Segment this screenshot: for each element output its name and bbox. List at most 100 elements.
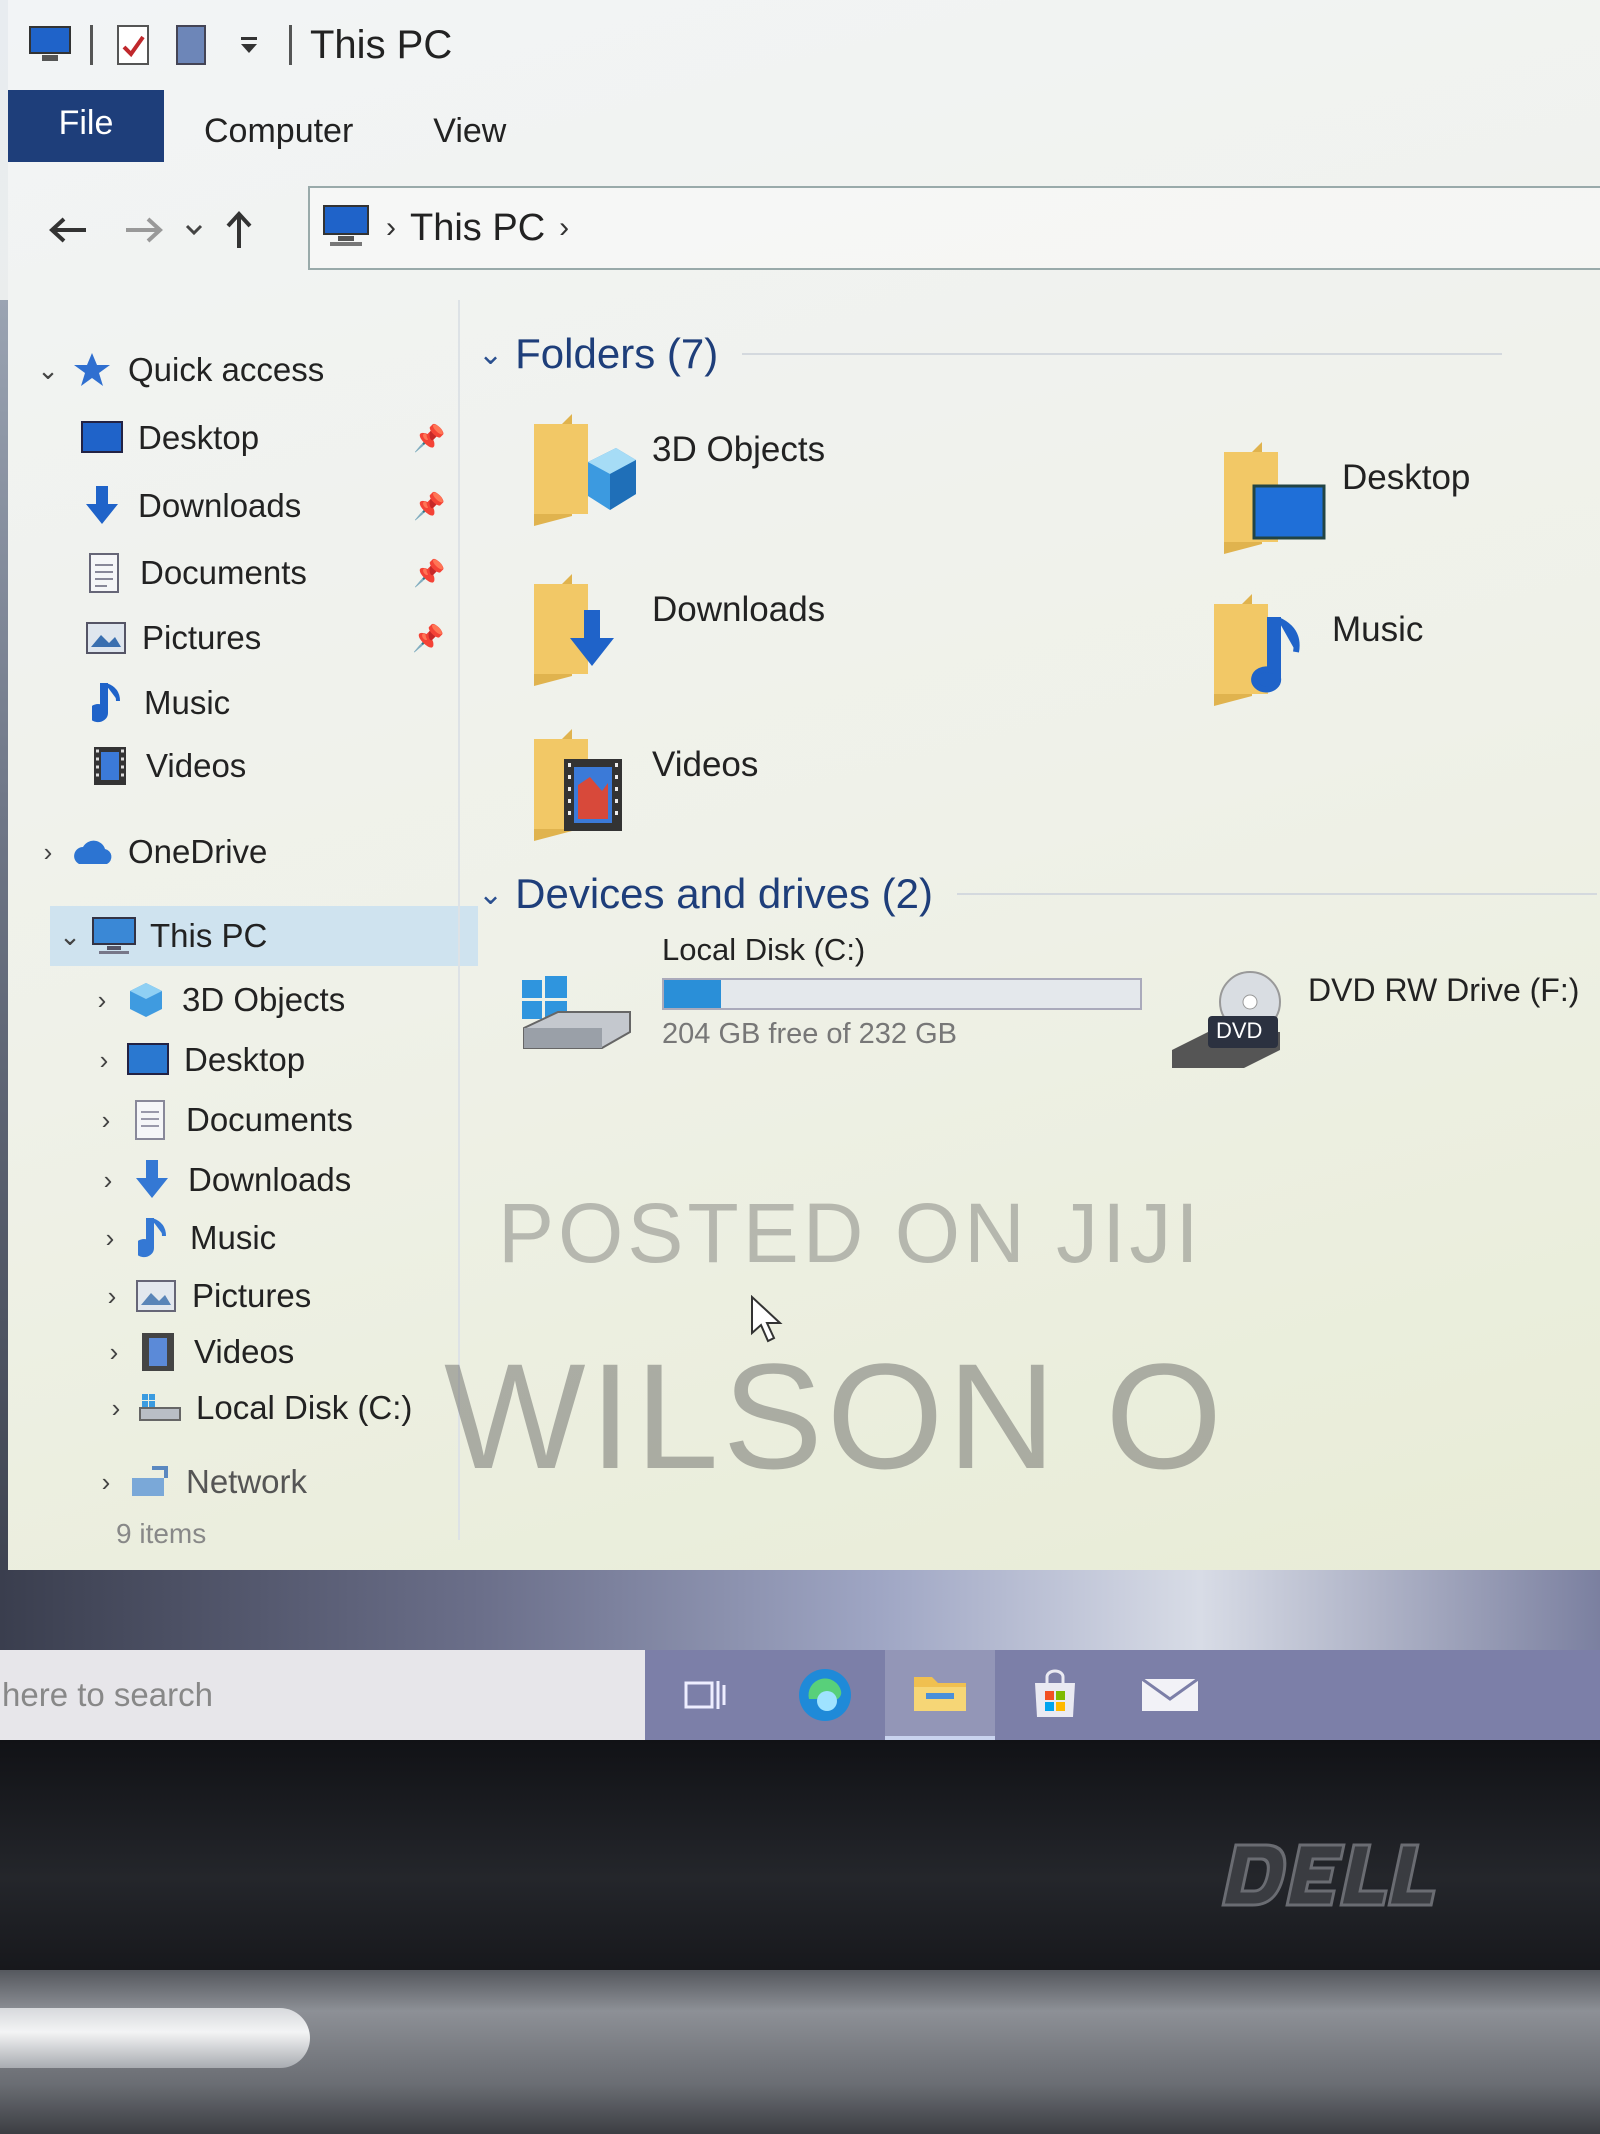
forward-arrow-icon[interactable] — [114, 200, 174, 260]
status-item-count: 9 items — [116, 1518, 207, 1549]
edge-icon[interactable] — [775, 1650, 875, 1740]
folder-label: 3D Objects — [652, 430, 826, 469]
nav-label: Quick access — [128, 351, 325, 388]
group-title: Folders (7) — [515, 330, 719, 377]
watermark-line-1: POSTED ON JIJI — [498, 1186, 1203, 1280]
folder-tile-desktop[interactable]: Desktop — [1218, 438, 1470, 558]
nav-label: Downloads — [138, 487, 302, 524]
nav-network[interactable]: › Network — [86, 1452, 307, 1512]
customize-toolbar-icon[interactable] — [227, 23, 271, 67]
computer-icon — [28, 23, 72, 67]
nav-onedrive[interactable]: › OneDrive — [28, 822, 268, 882]
dvd-badge: DVD — [1216, 1018, 1263, 1043]
taskbar-search-box[interactable]: here to search — [0, 1650, 645, 1740]
tab-view[interactable]: View — [393, 90, 546, 162]
folder-tile-3d-objects[interactable]: 3D Objects — [528, 410, 825, 530]
drive-usage-fill — [664, 980, 722, 1008]
expand-chevron-icon[interactable]: › — [88, 1165, 128, 1196]
sidebar-item-music-pc[interactable]: › Music — [90, 1208, 276, 1268]
sidebar-item-pictures-pc[interactable]: › Pictures — [92, 1266, 312, 1326]
devices-group-header[interactable]: ⌄ Devices and drives (2) — [478, 870, 1597, 918]
nav-label: Downloads — [188, 1161, 352, 1198]
folder-tile-music[interactable]: Music — [1208, 590, 1423, 710]
dell-logo — [1210, 1835, 1440, 1915]
nav-label: Desktop — [184, 1041, 306, 1078]
file-explorer-icon[interactable] — [885, 1650, 995, 1740]
nav-label: 3D Objects — [182, 981, 346, 1018]
tab-file[interactable]: File — [8, 90, 164, 162]
nav-label: Videos — [146, 747, 247, 784]
breadcrumb-chevron-icon[interactable]: › — [559, 211, 569, 245]
pin-icon[interactable]: 📌 — [413, 423, 445, 454]
collapse-chevron-icon[interactable]: ⌄ — [478, 877, 503, 912]
videos-icon — [134, 1328, 182, 1376]
music-folder-icon — [1208, 590, 1318, 710]
pictures-icon — [132, 1272, 180, 1320]
pin-icon[interactable]: 📌 — [413, 558, 445, 589]
drive-tile-local-disk[interactable]: Local Disk (C:) 204 GB free of 232 GB — [518, 932, 1142, 1060]
expand-chevron-icon[interactable]: › — [90, 1223, 130, 1254]
pin-icon[interactable]: 📌 — [412, 623, 444, 654]
nav-label: Documents — [140, 554, 307, 591]
sidebar-item-downloads[interactable]: Downloads 📌 — [78, 476, 445, 536]
task-view-icon[interactable] — [655, 1650, 755, 1740]
new-folder-icon[interactable] — [169, 23, 213, 67]
expand-chevron-icon[interactable]: ⌄ — [50, 921, 90, 952]
sidebar-item-desktop[interactable]: Desktop 📌 — [78, 408, 445, 468]
sidebar-item-music[interactable]: Music — [84, 673, 230, 733]
sidebar-item-videos-pc[interactable]: › Videos — [94, 1322, 294, 1382]
sidebar-item-local-disk[interactable]: › Local Disk (C:) — [96, 1378, 413, 1438]
documents-icon — [80, 549, 128, 597]
folder-tile-videos[interactable]: Videos — [528, 725, 758, 845]
sidebar-item-videos[interactable]: Videos — [86, 736, 246, 796]
star-icon — [68, 346, 116, 394]
properties-icon[interactable] — [111, 23, 155, 67]
desktop-icon — [124, 1036, 172, 1084]
sidebar-item-documents[interactable]: Documents 📌 — [80, 543, 445, 603]
music-icon — [130, 1214, 178, 1262]
sidebar-item-documents-pc[interactable]: › Documents — [86, 1090, 353, 1150]
nav-label: Local Disk (C:) — [196, 1389, 413, 1426]
this-pc-icon — [322, 204, 370, 253]
sidebar-item-3d-objects[interactable]: › 3D Objects — [82, 970, 346, 1030]
folders-group-header[interactable]: ⌄ Folders (7) — [478, 330, 1503, 378]
address-bar[interactable]: › This PC › — [308, 186, 1600, 270]
mail-icon[interactable] — [1120, 1650, 1220, 1740]
collapse-chevron-icon[interactable]: ⌄ — [478, 337, 503, 372]
pictures-icon — [82, 614, 130, 662]
nav-quick-access[interactable]: ⌄ Quick access — [28, 340, 324, 400]
desktop-folder-icon — [1218, 438, 1328, 558]
expand-chevron-icon[interactable]: › — [28, 837, 68, 868]
expand-chevron-icon[interactable]: › — [86, 1467, 126, 1498]
expand-chevron-icon[interactable]: › — [96, 1393, 136, 1424]
sidebar-item-pictures[interactable]: Pictures 📌 — [82, 608, 444, 668]
nav-label: Pictures — [192, 1277, 312, 1314]
nav-label: Network — [186, 1463, 308, 1500]
nav-label: Music — [144, 684, 231, 721]
store-icon[interactable] — [1005, 1650, 1105, 1740]
drive-tile-dvd[interactable]: DVD DVD RW Drive (F:) — [1168, 968, 1579, 1088]
expand-chevron-icon[interactable]: ⌄ — [28, 355, 68, 386]
title-bar: This PC — [8, 0, 1600, 90]
expand-chevron-icon[interactable]: › — [92, 1281, 132, 1312]
nav-this-pc[interactable]: ⌄ This PC — [50, 906, 478, 966]
up-arrow-icon[interactable] — [214, 200, 264, 260]
expand-chevron-icon[interactable]: › — [94, 1337, 134, 1368]
breadcrumb-this-pc[interactable]: This PC — [410, 207, 545, 250]
sidebar-item-downloads-pc[interactable]: › Downloads — [88, 1150, 351, 1210]
breadcrumb-chevron-icon[interactable]: › — [386, 211, 396, 245]
music-icon — [84, 679, 132, 727]
sidebar-item-desktop-pc[interactable]: › Desktop — [84, 1030, 305, 1090]
pin-icon[interactable]: 📌 — [413, 491, 445, 522]
folder-label: Desktop — [1342, 458, 1471, 497]
expand-chevron-icon[interactable]: › — [84, 1045, 124, 1076]
expand-chevron-icon[interactable]: › — [86, 1105, 126, 1136]
back-arrow-icon[interactable] — [38, 200, 98, 260]
drive-label: Local Disk (C:) — [662, 932, 866, 967]
toolbar-separator — [90, 25, 93, 65]
recent-locations-chevron-icon[interactable] — [174, 200, 214, 260]
expand-chevron-icon[interactable]: › — [82, 985, 122, 1016]
folder-tile-downloads[interactable]: Downloads — [528, 570, 825, 690]
drive-free-space: 204 GB free of 232 GB — [662, 1018, 958, 1050]
tab-computer[interactable]: Computer — [164, 90, 393, 162]
